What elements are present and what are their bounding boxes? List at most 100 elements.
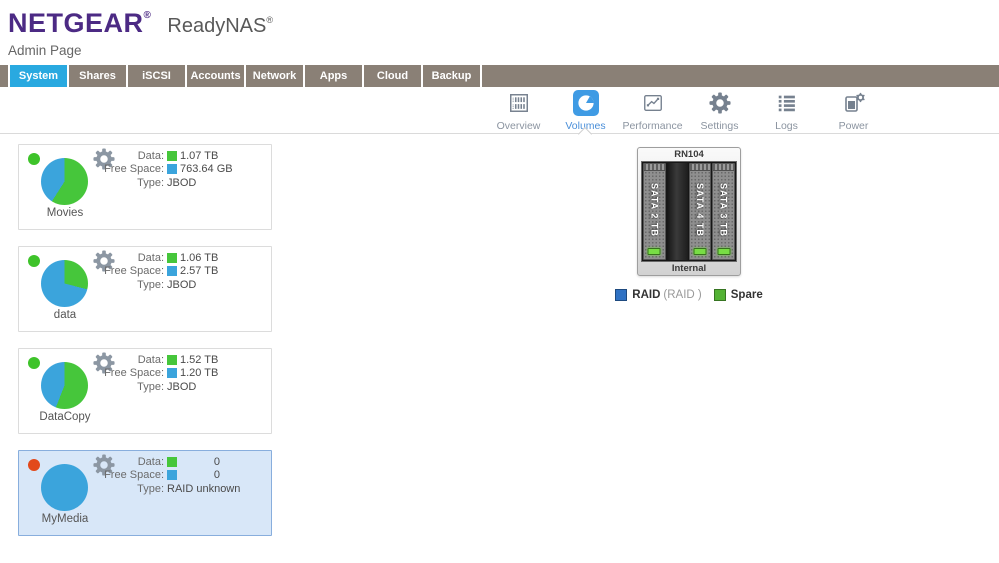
volume-info: Data: 1.07 TB Free Space: 763.64 GB Type… [74,149,233,190]
volume-name: Movies [19,207,111,219]
nav-item-label: Overview [497,120,541,132]
drive-bays: SATA 2 TB SATA 4 TB SATA 3 TB [641,161,737,262]
type-value: RAID unknown [167,483,240,495]
free-space-row: Free Space: 1.20 TB [74,367,220,381]
free-space-label: Free Space: [74,163,164,175]
volume-info: Data: 1.52 TB Free Space: 1.20 TB Type: … [74,353,220,394]
free-space-label: Free Space: [74,367,164,379]
free-space-value: 763.64 GB [180,163,233,175]
free-space-row: Free Space: 763.64 GB [74,163,233,177]
drive-capacity-label: SATA 3 TB [713,170,734,250]
tab-cloud[interactable]: Cloud [364,65,421,87]
data-row: Data: 1.52 TB [74,353,220,367]
raid-color-swatch [615,289,627,301]
nav-item-power[interactable]: Power [820,89,887,132]
drive-capacity-label: SATA 2 TB [644,170,665,250]
volume-info: Data: 1.06 TB Free Space: 2.57 TB Type: … [74,251,220,292]
volume-status-dot [28,459,40,471]
device-location-label: Internal [641,262,737,275]
type-row: Type: JBOD [74,278,220,292]
drive-bay-4[interactable]: SATA 3 TB [712,163,735,260]
data-value: 0 [180,456,220,468]
data-row: Data: 1.06 TB [74,251,220,265]
legend-suffix: (RAID ) [663,289,701,301]
used-color-swatch [167,151,177,161]
type-label: Type: [74,279,164,291]
drive-status-led [693,248,706,255]
drive-capacity-text: SATA 2 TB [649,183,659,237]
nav-item-label: Performance [622,120,682,132]
type-value: JBOD [167,177,207,189]
tab-bar: SystemSharesiSCSIAccountsNetworkAppsClou… [0,65,999,87]
netgear-logo: NETGEAR® [8,8,151,39]
tab-apps[interactable]: Apps [305,65,362,87]
tab-accounts[interactable]: Accounts [187,65,244,87]
tab-system[interactable]: System [10,65,67,87]
free-color-swatch [167,368,177,378]
page-title: Admin Page [8,43,999,58]
nav-item-label: Power [839,120,869,132]
type-row: Type: JBOD [74,380,220,394]
free-color-swatch [167,164,177,174]
tab-backup[interactable]: Backup [423,65,480,87]
volume-status-dot [28,153,40,165]
nav-item-label: Logs [775,120,798,132]
free-space-value: 1.20 TB [180,367,220,379]
tab-iscsi[interactable]: iSCSI [128,65,185,87]
nas-enclosure: RN104 SATA 2 TB SATA 4 TB SATA 3 TB Intern… [637,147,741,276]
legend-label: Spare [731,289,763,301]
drive-capacity-text: SATA 4 TB [695,183,705,237]
data-label: Data: [74,456,164,468]
gear-icon [709,89,731,117]
nav-item-volumes[interactable]: Volumes [552,89,619,132]
tab-shares[interactable]: Shares [69,65,126,87]
volume-card-mymedia[interactable]: Data: 0 Free Space: 0 Type: RAID unknown… [18,450,272,536]
volume-name: DataCopy [19,411,111,423]
drive-bay-1[interactable]: SATA 2 TB [643,163,666,260]
volume-card-movies[interactable]: Data: 1.07 TB Free Space: 763.64 GB Type… [18,144,272,230]
pie-icon [573,89,599,117]
used-color-swatch [167,253,177,263]
legend: RAID(RAID ) Spare [607,289,771,301]
rack-icon [508,89,530,117]
tab-network[interactable]: Network [246,65,303,87]
empty-bay-2 [667,163,688,260]
device-model-label: RN104 [641,148,737,161]
drive-bay-3[interactable]: SATA 4 TB [689,163,712,260]
free-space-row: Free Space: 2.57 TB [74,265,220,279]
volume-status-dot [28,255,40,267]
nav-item-overview[interactable]: Overview [485,89,552,132]
header: NETGEAR® ReadyNAS® Admin Page [0,0,999,58]
volume-name: MyMedia [19,513,111,525]
nav-item-logs[interactable]: Logs [753,89,820,132]
device-panel: RN104 SATA 2 TB SATA 4 TB SATA 3 TB Intern… [607,147,771,301]
data-value: 1.07 TB [180,150,220,162]
legend-label: RAID [632,289,660,301]
drive-status-led [648,248,661,255]
used-color-swatch [167,457,177,467]
spare-color-swatch [714,289,726,301]
registered-mark: ® [266,15,273,25]
volume-list: Data: 1.07 TB Free Space: 763.64 GB Type… [18,144,272,552]
volume-status-dot [28,357,40,369]
volume-info: Data: 0 Free Space: 0 Type: RAID unknown [74,455,240,496]
volume-name: data [19,309,111,321]
nav-item-settings[interactable]: Settings [686,89,753,132]
icon-nav: Overview VolumesPerformance Settings Logs Po… [485,89,887,132]
type-row: Type: RAID unknown [74,482,240,496]
drive-capacity-text: SATA 3 TB [719,183,729,237]
data-row: Data: 1.07 TB [74,149,233,163]
drive-capacity-label: SATA 4 TB [690,170,711,250]
power-icon [842,89,866,117]
free-color-swatch [167,266,177,276]
product-name: ReadyNAS® [167,15,273,38]
tab-bar-filler [482,65,999,87]
nav-item-performance[interactable]: Performance [619,89,686,132]
volume-card-datacopy[interactable]: Data: 1.52 TB Free Space: 1.20 TB Type: … [18,348,272,434]
data-label: Data: [74,150,164,162]
list-icon [776,89,798,117]
volume-card-data[interactable]: Data: 1.06 TB Free Space: 2.57 TB Type: … [18,246,272,332]
data-label: Data: [74,354,164,366]
chart-icon [642,89,664,117]
free-color-swatch [167,470,177,480]
